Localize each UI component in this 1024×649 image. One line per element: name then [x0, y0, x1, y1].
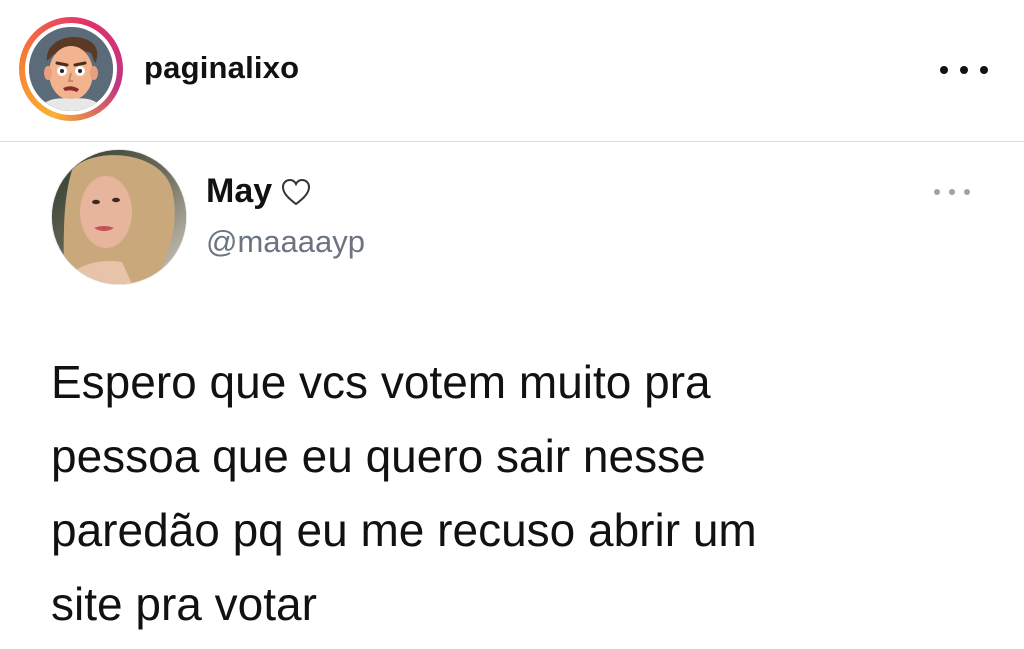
dot-icon — [940, 66, 948, 74]
tweet-text-line: pessoa que eu quero sair nesse — [51, 430, 706, 482]
dot-icon — [949, 189, 955, 195]
dot-icon — [934, 189, 940, 195]
avatar[interactable] — [29, 27, 113, 111]
avatar-border — [25, 23, 117, 115]
tweet-text-line: Espero que vcs votem muito pra — [51, 356, 711, 408]
dot-icon — [964, 189, 970, 195]
post-header: paginalixo — [0, 0, 1024, 142]
tweet-name-row: May — [206, 172, 312, 211]
tweet-handle[interactable]: @maaaayp — [206, 224, 365, 260]
tweet-text-line: site pra votar — [51, 578, 317, 630]
tweet-avatar[interactable] — [51, 149, 187, 285]
story-ring[interactable] — [19, 17, 123, 121]
tweet-display-name[interactable]: May — [206, 172, 272, 211]
dot-icon — [980, 66, 988, 74]
tweet-more-options-icon[interactable] — [934, 186, 970, 198]
dot-icon — [960, 66, 968, 74]
profile-photo-icon — [52, 150, 186, 284]
white-heart-icon — [282, 178, 311, 205]
tweet-text-line: paredão pq eu me recuso abrir um — [51, 504, 757, 556]
post-more-options-icon[interactable] — [940, 56, 988, 84]
post-username[interactable]: paginalixo — [144, 50, 299, 86]
tweet-text: Espero que vcs votem muito pra pessoa qu… — [51, 345, 951, 641]
cartoon-face-icon — [29, 27, 113, 111]
